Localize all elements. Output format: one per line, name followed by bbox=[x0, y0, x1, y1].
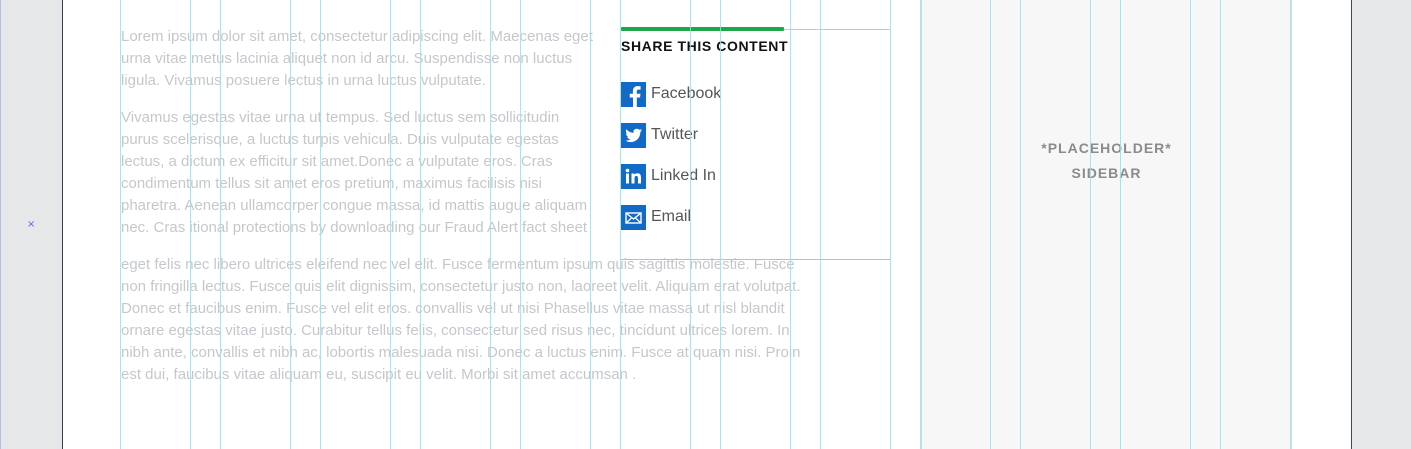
email-icon bbox=[621, 204, 646, 230]
article-paragraph-1: Lorem ipsum dolor sit amet, consectetur … bbox=[121, 28, 593, 89]
right-edge-rule bbox=[1351, 0, 1352, 449]
share-accent-bar bbox=[621, 27, 784, 31]
share-linkedin-link[interactable]: Linked In bbox=[621, 163, 716, 189]
close-marker-icon[interactable]: × bbox=[27, 219, 35, 230]
share-title: SHARE THIS CONTENT bbox=[621, 38, 789, 54]
left-edge-rule bbox=[0, 0, 1, 449]
sidebar-placeholder-label: *PLACEHOLDER* SIDEBAR bbox=[922, 136, 1291, 186]
article-paragraph-3: eget felis nec libero ultrices eleifend … bbox=[121, 256, 801, 383]
sidebar-label-line1: *PLACEHOLDER* bbox=[1041, 140, 1172, 156]
share-email-link[interactable]: Email bbox=[621, 204, 691, 230]
linkedin-icon bbox=[621, 163, 646, 189]
share-twitter-label: Twitter bbox=[651, 126, 699, 143]
share-email-label: Email bbox=[651, 208, 692, 225]
share-linkedin-label: Linked In bbox=[651, 167, 716, 184]
share-twitter-link[interactable]: Twitter bbox=[621, 122, 698, 148]
share-divider-bottom bbox=[621, 259, 890, 260]
article-paragraph-2: Vivamus egestas vitae urna ut tempus. Se… bbox=[121, 109, 588, 236]
facebook-icon bbox=[621, 81, 646, 107]
share-facebook-label: Facebook bbox=[651, 85, 722, 102]
share-panel: SHARE THIS CONTENT Facebook Twitter Link… bbox=[621, 0, 891, 261]
twitter-icon bbox=[621, 122, 646, 148]
placeholder-sidebar: *PLACEHOLDER* SIDEBAR bbox=[921, 0, 1292, 449]
sidebar-label-line2: SIDEBAR bbox=[1071, 165, 1142, 181]
share-facebook-link[interactable]: Facebook bbox=[621, 81, 721, 107]
